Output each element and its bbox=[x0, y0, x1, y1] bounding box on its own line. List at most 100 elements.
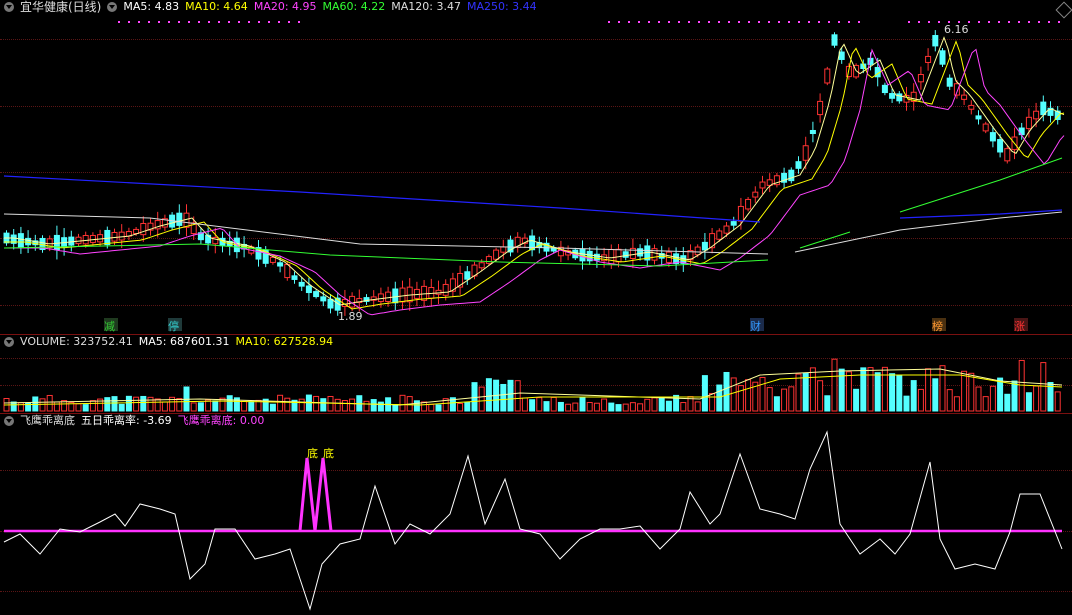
price-panel[interactable]: 宜华健康(日线) MA5: 4.83 MA10: 4.64 MA20: 4.95… bbox=[0, 0, 1072, 334]
signal-dot bbox=[628, 21, 630, 23]
candle bbox=[1025, 116, 1032, 130]
candle bbox=[615, 248, 622, 263]
signal-dot bbox=[818, 21, 820, 23]
candle bbox=[313, 291, 320, 298]
candle bbox=[277, 262, 284, 267]
volume-bar bbox=[982, 396, 989, 412]
candle bbox=[745, 198, 752, 210]
price-high-label: 6.16 bbox=[944, 23, 969, 36]
signal-dot bbox=[158, 21, 160, 23]
volume-bar bbox=[644, 398, 651, 412]
volume-bar bbox=[831, 358, 838, 412]
ma10-line bbox=[4, 40, 1065, 310]
signal-dot bbox=[678, 21, 680, 23]
volume-bar bbox=[1033, 385, 1040, 412]
volume-bar bbox=[629, 402, 636, 412]
signal-dot bbox=[978, 21, 980, 23]
volume-bar bbox=[968, 372, 975, 412]
candle bbox=[1004, 148, 1011, 162]
volume-bar bbox=[140, 395, 147, 412]
volume-bar bbox=[536, 397, 543, 412]
signal-dot bbox=[658, 21, 660, 23]
event-marker[interactable]: 减 bbox=[104, 318, 118, 333]
candle bbox=[500, 246, 507, 253]
candle bbox=[82, 235, 89, 245]
event-marker[interactable]: 财 bbox=[750, 318, 764, 333]
volume-bar bbox=[1040, 362, 1047, 412]
volume-bar bbox=[399, 394, 406, 412]
volume-bar bbox=[39, 398, 46, 412]
volume-bar bbox=[212, 400, 219, 412]
volume-bar bbox=[284, 397, 291, 412]
candle bbox=[75, 236, 82, 245]
candle bbox=[327, 298, 334, 309]
volume-bar bbox=[961, 370, 968, 412]
signal-dot bbox=[648, 21, 650, 23]
candle bbox=[291, 275, 298, 280]
signal-dot bbox=[838, 21, 840, 23]
volume-chart[interactable] bbox=[0, 335, 1072, 413]
deviation-indicator-chart[interactable] bbox=[0, 414, 1072, 615]
candle bbox=[824, 68, 831, 84]
signal-dot bbox=[768, 21, 770, 23]
volume-bar bbox=[1025, 392, 1032, 412]
volume-panel[interactable]: VOLUME: 323752.41 MA5: 687601.31 MA10: 6… bbox=[0, 335, 1072, 413]
signal-dot bbox=[298, 21, 300, 23]
signal-dot bbox=[918, 21, 920, 23]
volume-bar bbox=[478, 386, 485, 412]
signal-dot bbox=[618, 21, 620, 23]
candle bbox=[701, 241, 708, 251]
signal-dot bbox=[278, 21, 280, 23]
signal-dot bbox=[1008, 21, 1010, 23]
volume-bar bbox=[637, 403, 644, 412]
volume-bar bbox=[745, 379, 752, 412]
volume-bar bbox=[723, 371, 730, 412]
signal-dot bbox=[808, 21, 810, 23]
event-marker[interactable]: 停 bbox=[168, 318, 182, 333]
signal-dot bbox=[608, 21, 610, 23]
signal-dot bbox=[1048, 21, 1050, 23]
volume-bar bbox=[1018, 359, 1025, 412]
signal-dot bbox=[288, 21, 290, 23]
indicator-panel[interactable]: 飞鹰乖离底 五日乖离率: -3.69 飞鹰乖离底: 0.00 底 底 bbox=[0, 414, 1072, 615]
candle bbox=[17, 233, 24, 248]
volume-bar bbox=[586, 402, 593, 412]
signal-dot bbox=[988, 21, 990, 23]
volume-bar bbox=[269, 403, 276, 412]
signal-dot bbox=[138, 21, 140, 23]
candle bbox=[968, 104, 975, 110]
volume-bar bbox=[521, 397, 528, 412]
candle bbox=[975, 115, 982, 120]
candle bbox=[111, 231, 118, 242]
signal-dot bbox=[688, 21, 690, 23]
signal-dot bbox=[198, 21, 200, 23]
volume-bar bbox=[147, 396, 154, 412]
volume-bar bbox=[89, 400, 96, 412]
volume-bar bbox=[464, 401, 471, 412]
volume-bar bbox=[118, 403, 125, 412]
volume-bar bbox=[341, 400, 348, 412]
volume-bar bbox=[939, 365, 946, 412]
signal-spike bbox=[298, 457, 333, 532]
signal-dot bbox=[848, 21, 850, 23]
candlestick-chart[interactable] bbox=[0, 0, 1072, 334]
signal-dot bbox=[928, 21, 930, 23]
volume-bar bbox=[104, 397, 111, 412]
volume-bar bbox=[802, 372, 809, 412]
volume-bar bbox=[320, 398, 327, 412]
event-marker[interactable]: 榜 bbox=[932, 318, 946, 333]
candle bbox=[104, 229, 111, 246]
candle bbox=[723, 225, 730, 234]
event-marker[interactable]: 涨 bbox=[1014, 318, 1028, 333]
candle bbox=[802, 145, 809, 161]
volume-bar bbox=[1054, 391, 1061, 412]
volume-bar bbox=[277, 394, 284, 412]
candle bbox=[61, 237, 68, 247]
volume-bar bbox=[910, 380, 917, 412]
volume-bar bbox=[334, 398, 341, 412]
volume-bar bbox=[759, 376, 766, 412]
volume-bar bbox=[161, 401, 168, 412]
candle bbox=[982, 123, 989, 132]
volume-bar bbox=[953, 396, 960, 412]
candle bbox=[917, 74, 924, 83]
